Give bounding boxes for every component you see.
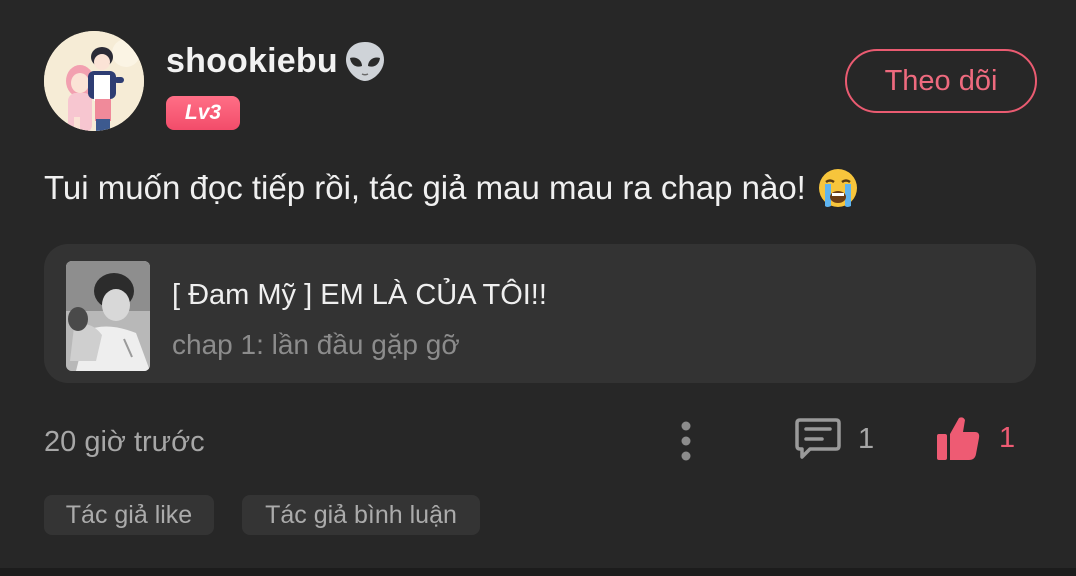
- comment-body: Tui muốn đọc tiếp rồi, tác giả mau mau r…: [44, 169, 806, 206]
- alien-icon: [342, 38, 388, 84]
- story-title: [ Đam Mỹ ] EM LÀ CỦA TÔI!!: [172, 279, 547, 311]
- follow-button[interactable]: Theo dõi: [845, 49, 1037, 113]
- reply-button[interactable]: 1: [794, 416, 874, 462]
- comment-icon: [794, 416, 842, 462]
- story-link-card[interactable]: [ Đam Mỹ ] EM LÀ CỦA TÔI!! chap 1: lần đ…: [44, 244, 1036, 383]
- timestamp: 20 giờ trước: [44, 426, 205, 458]
- tag-author-replied: Tác giả bình luận: [242, 495, 480, 535]
- like-button[interactable]: 1: [935, 414, 1015, 462]
- tag-author-liked: Tác giả like: [44, 495, 214, 535]
- comment-text: Tui muốn đọc tiếp rồi, tác giả mau mau r…: [44, 166, 860, 210]
- story-chapter: chap 1: lần đầu gặp gỡ: [172, 329, 460, 360]
- loudly-crying-face-icon: [816, 166, 860, 210]
- story-cover-image: [66, 261, 150, 371]
- avatar[interactable]: [44, 31, 144, 131]
- divider: [0, 568, 1076, 576]
- level-badge: Lv3: [166, 96, 240, 130]
- more-options-icon[interactable]: [674, 420, 698, 462]
- reply-count: 1: [858, 422, 875, 455]
- comment-card: shookiebu Lv3 Theo dõi Tui muốn đọc tiếp…: [0, 0, 1076, 568]
- thumbs-up-icon: [935, 414, 981, 462]
- like-count: 1: [999, 421, 1016, 454]
- username[interactable]: shookiebu: [166, 38, 388, 84]
- username-text: shookiebu: [166, 41, 338, 80]
